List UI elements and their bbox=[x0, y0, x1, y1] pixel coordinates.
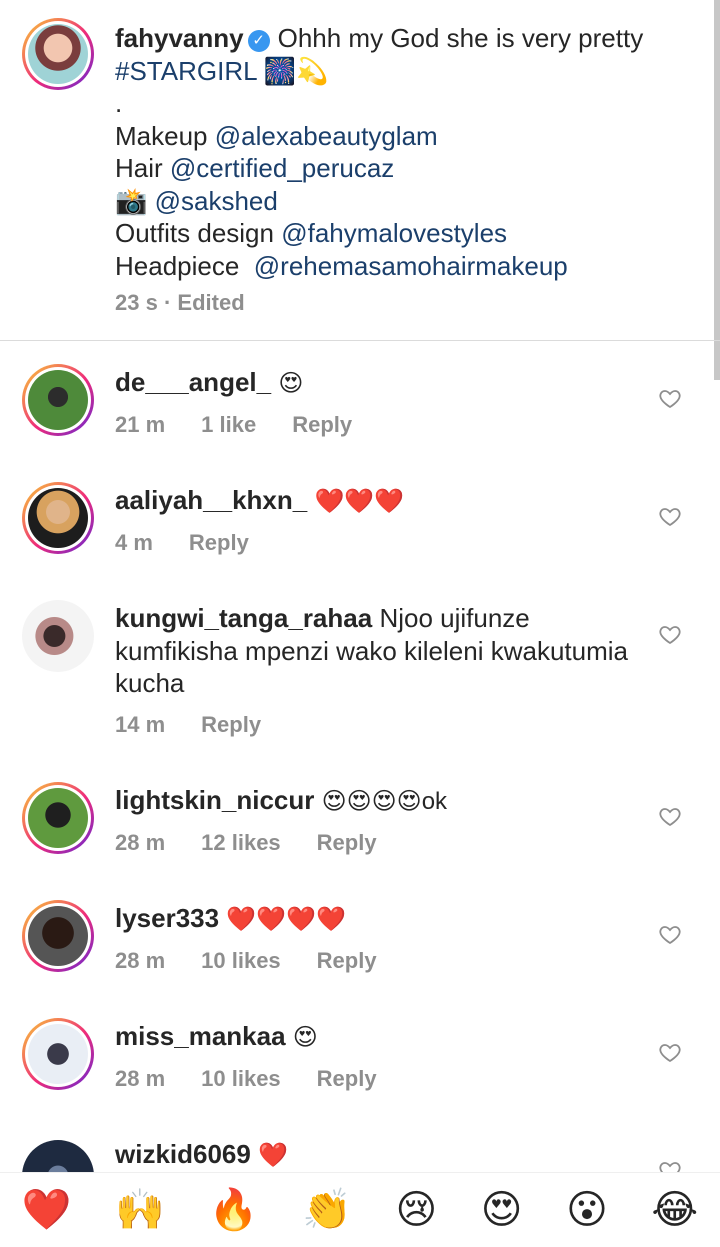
caption-time: 23 s bbox=[115, 290, 158, 315]
comment-text: lyser333 ❤️❤️❤️❤️ bbox=[115, 902, 655, 937]
comment-text: wizkid6069 ❤️ bbox=[115, 1138, 655, 1173]
reaction-fire[interactable]: 🔥 bbox=[209, 1173, 259, 1247]
comment-text: aaliyah__khxn_ ❤️❤️❤️ bbox=[115, 484, 655, 519]
comment-text: lightskin_niccur 😍😍😍😍ok bbox=[115, 784, 655, 819]
reply-button[interactable]: Reply bbox=[317, 1066, 377, 1092]
like-heart-icon[interactable] bbox=[658, 386, 682, 410]
hashtag-emojis: 🎆💫 bbox=[263, 55, 329, 86]
comment-avatar[interactable] bbox=[22, 600, 94, 672]
divider bbox=[0, 340, 720, 341]
comment-text: de___angel_ 😍 bbox=[115, 366, 655, 401]
comment-text: miss_mankaa 😍 bbox=[115, 1020, 655, 1055]
comment-meta: 28 m 10 likes Reply bbox=[115, 1066, 377, 1092]
caption-text: fahyvanny ✓ Ohhh my God she is very pretty… bbox=[115, 22, 695, 282]
caption-meta: 23 s · Edited bbox=[115, 290, 245, 316]
comment-meta: 14 m Reply bbox=[115, 712, 261, 738]
headpiece-mention[interactable]: @rehemasamohairmakeup bbox=[254, 251, 568, 281]
reaction-laughing[interactable]: 😂 bbox=[651, 1173, 698, 1247]
caption-username[interactable]: fahyvanny bbox=[115, 23, 244, 53]
comment-avatar[interactable] bbox=[22, 900, 94, 972]
reply-button[interactable]: Reply bbox=[189, 530, 249, 556]
caption-sep: · bbox=[163, 290, 172, 315]
comment-body: 😍 bbox=[292, 1024, 318, 1051]
reply-button[interactable]: Reply bbox=[292, 412, 352, 438]
comment-avatar[interactable] bbox=[22, 782, 94, 854]
comment-time: 21 m bbox=[115, 412, 166, 437]
hair-mention[interactable]: @certified_perucaz bbox=[170, 153, 394, 183]
comment-likes[interactable]: 10 likes bbox=[201, 1066, 281, 1092]
headpiece-label: Headpiece bbox=[115, 250, 240, 281]
reaction-crying[interactable]: 😢 bbox=[395, 1173, 437, 1247]
comment-likes[interactable]: 10 likes bbox=[201, 948, 281, 974]
comment-body: 😍 bbox=[278, 370, 304, 397]
comment-username[interactable]: miss_mankaa bbox=[115, 1021, 286, 1051]
comment-body: ❤️ bbox=[258, 1142, 288, 1169]
hair-label: Hair bbox=[115, 153, 163, 183]
post-caption: fahyvanny ✓ Ohhh my God she is very pretty… bbox=[0, 0, 720, 340]
reply-button[interactable]: Reply bbox=[201, 712, 261, 738]
comment-meta: 4 m Reply bbox=[115, 530, 249, 556]
reply-button[interactable]: Reply bbox=[317, 948, 377, 974]
comment-meta: 21 m 1 like Reply bbox=[115, 412, 352, 438]
comment-username[interactable]: lightskin_niccur bbox=[115, 785, 314, 815]
verified-badge-icon: ✓ bbox=[247, 30, 270, 52]
comment-avatar[interactable] bbox=[22, 482, 94, 554]
reaction-heart-eyes[interactable]: 😍 bbox=[481, 1173, 523, 1247]
comment-time: 28 m bbox=[115, 830, 166, 855]
comment-meta: 28 m 12 likes Reply bbox=[115, 830, 377, 856]
outfits-label: Outfits design bbox=[115, 218, 274, 248]
comment-likes[interactable]: 12 likes bbox=[201, 830, 281, 856]
caption-avatar[interactable] bbox=[22, 18, 94, 90]
caption-dot: . bbox=[115, 88, 123, 118]
reaction-raising-hands[interactable]: 🙌 bbox=[115, 1173, 165, 1247]
makeup-mention[interactable]: @alexabeautyglam bbox=[215, 121, 438, 151]
comment-body: ❤️❤️❤️❤️ bbox=[226, 906, 346, 933]
comment-avatar[interactable] bbox=[22, 1018, 94, 1090]
caption-edited: Edited bbox=[177, 290, 245, 315]
reply-button[interactable]: Reply bbox=[317, 830, 377, 856]
comment-time: 4 m bbox=[115, 530, 153, 555]
comment-time: 28 m bbox=[115, 1066, 166, 1091]
comment-username[interactable]: lyser333 bbox=[115, 903, 219, 933]
like-heart-icon[interactable] bbox=[658, 504, 682, 528]
like-heart-icon[interactable] bbox=[658, 804, 682, 828]
outfits-mention[interactable]: @fahymalovestyles bbox=[281, 218, 507, 248]
comment-meta: 28 m 10 likes Reply bbox=[115, 948, 377, 974]
comment-time: 14 m bbox=[115, 712, 166, 737]
reaction-heart[interactable]: ❤️ bbox=[22, 1173, 72, 1247]
makeup-label: Makeup bbox=[115, 120, 208, 151]
comment-body: ❤️❤️❤️ bbox=[314, 488, 405, 515]
hashtag-link[interactable]: #STARGIRL bbox=[115, 56, 257, 86]
comment-text: kungwi_tanga_rahaa Njoo ujifunze kumfiki… bbox=[115, 602, 655, 700]
comment-likes[interactable]: 1 like bbox=[201, 412, 256, 438]
like-heart-icon[interactable] bbox=[658, 622, 682, 646]
like-heart-icon[interactable] bbox=[658, 1040, 682, 1064]
caption-first-line: Ohhh my God she is very pretty bbox=[277, 23, 644, 53]
comment-username[interactable]: aaliyah__khxn_ bbox=[115, 485, 307, 515]
comment-time: 28 m bbox=[115, 948, 166, 973]
reaction-clapping[interactable]: 👏 bbox=[302, 1173, 352, 1247]
emoji-reaction-bar: ❤️ 🙌 🔥 👏 😢 😍 😮 😂 bbox=[0, 1172, 720, 1247]
comment-username[interactable]: wizkid6069 bbox=[115, 1139, 251, 1169]
comment-username[interactable]: kungwi_tanga_rahaa bbox=[115, 603, 372, 633]
comment-avatar[interactable] bbox=[22, 364, 94, 436]
reaction-surprised[interactable]: 😮 bbox=[566, 1173, 608, 1247]
comment-body: 😍😍😍😍ok bbox=[321, 788, 448, 815]
comment-username[interactable]: de___angel_ bbox=[115, 367, 271, 397]
like-heart-icon[interactable] bbox=[658, 922, 682, 946]
camera-emoji: 📸 bbox=[115, 185, 148, 216]
camera-mention[interactable]: @sakshed bbox=[155, 186, 278, 216]
